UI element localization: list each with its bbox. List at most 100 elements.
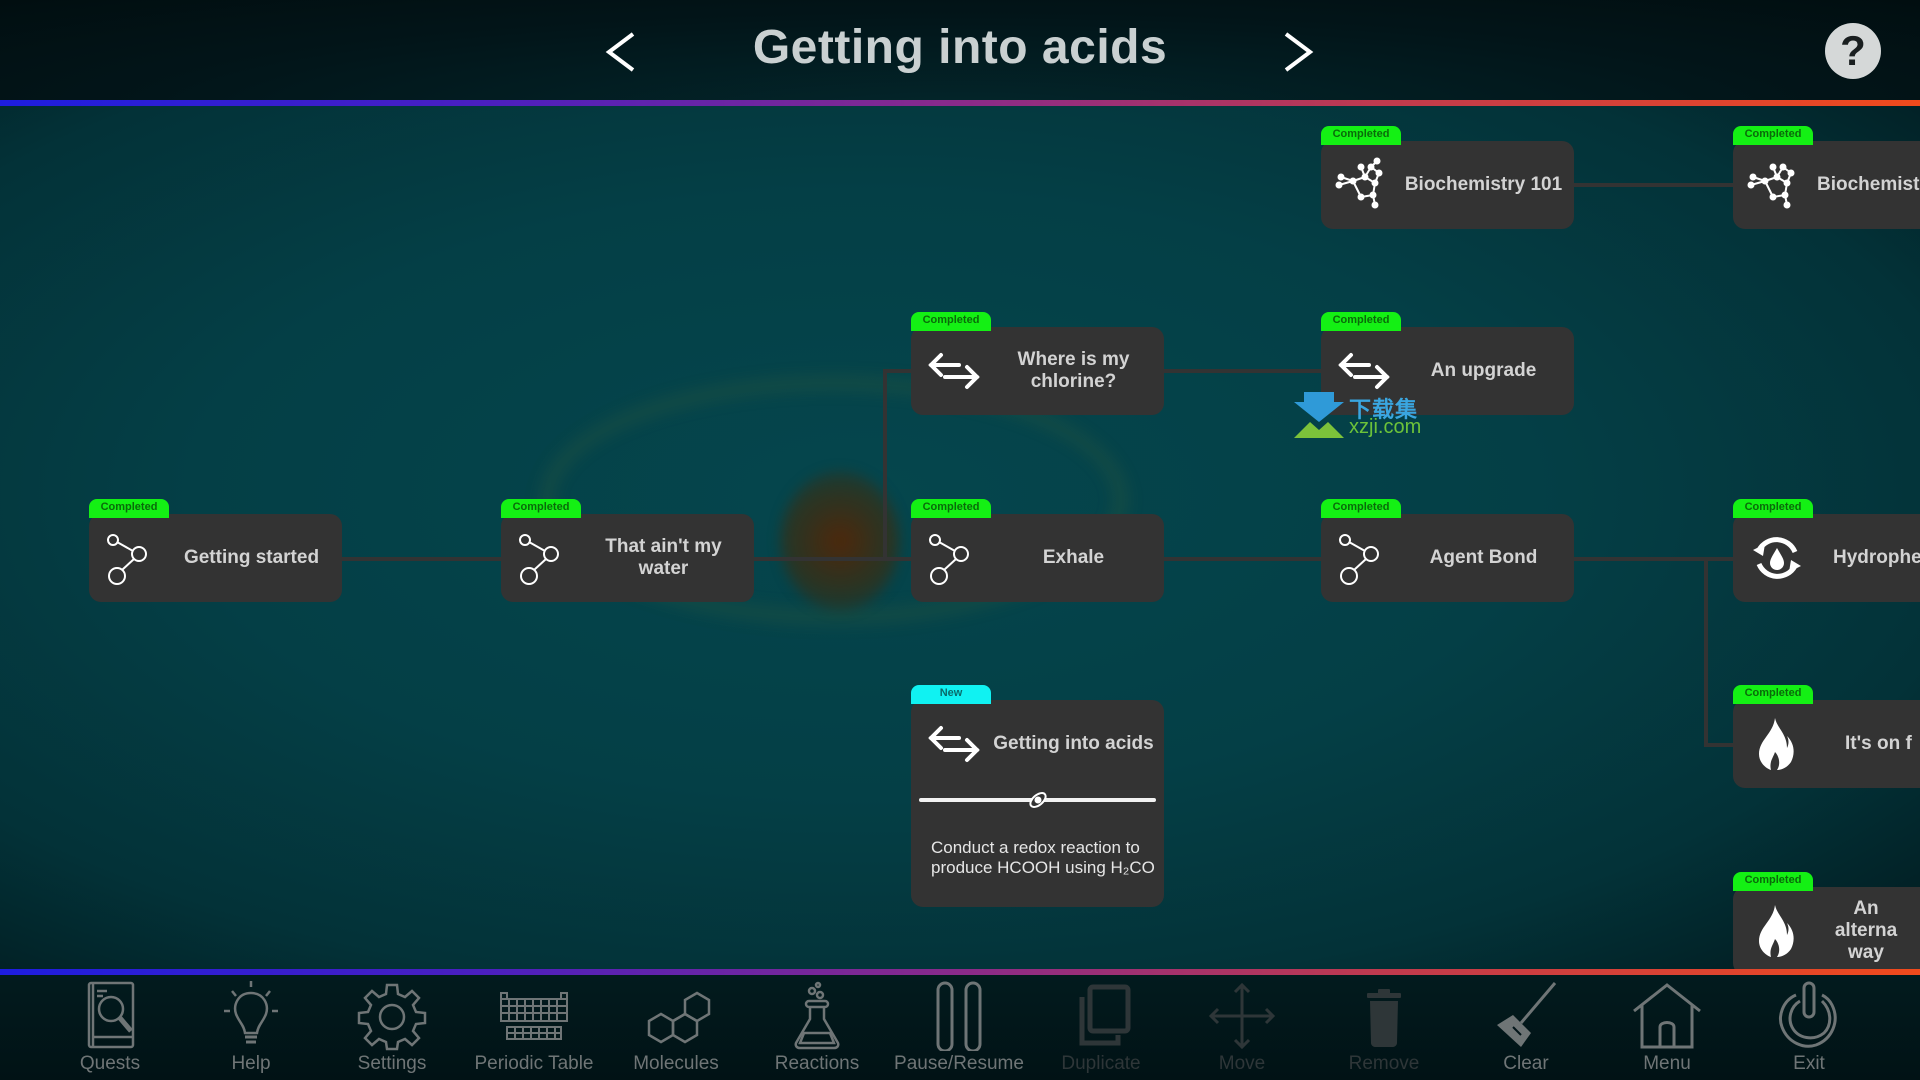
quest-title: Exhale xyxy=(1042,547,1105,568)
quest-title: Biochemistry 101 xyxy=(1404,174,1563,195)
connector xyxy=(1574,183,1733,187)
quest-title: Biochemist xyxy=(1817,174,1920,195)
exchange-arrows-icon xyxy=(928,726,980,762)
quest-description: Conduct a redox reaction to produce HCOO… xyxy=(931,838,1155,877)
status-badge: Completed xyxy=(1733,126,1813,145)
periodic-table-icon xyxy=(500,992,568,1040)
flame-icon xyxy=(1759,718,1794,770)
toolbar-label: Menu xyxy=(1643,1053,1691,1074)
connector xyxy=(1164,369,1321,373)
water-cycle-icon xyxy=(1753,537,1801,579)
help-button[interactable]: ? xyxy=(1825,23,1881,79)
watermark-logo: 下载集 xzji.com xyxy=(1292,392,1432,440)
toolbar-exit-button[interactable]: Exit xyxy=(1739,975,1879,1080)
quest-title: An alterna way xyxy=(1834,898,1898,963)
toolbar-label: Periodic Table xyxy=(474,1053,594,1074)
connector xyxy=(1574,557,1733,561)
molecule-rings-icon xyxy=(647,991,711,1044)
quest-title: Getting into acids xyxy=(993,733,1154,754)
toolbar-quests-button[interactable]: Quests xyxy=(40,975,180,1080)
download-arrow-icon xyxy=(1294,392,1344,438)
quest-node[interactable]: Completed Hydrophe xyxy=(1733,499,1920,602)
toolbar-label: Clear xyxy=(1503,1053,1549,1074)
toolbar-label: Reactions xyxy=(774,1053,860,1074)
status-badge: Completed xyxy=(1321,499,1401,518)
quest-book-icon xyxy=(87,981,135,1049)
status-badge: Completed xyxy=(89,499,169,518)
toolbar-molecules-button[interactable]: Molecules xyxy=(606,975,746,1080)
toolbar-settings-button[interactable]: Settings xyxy=(322,975,462,1080)
watermark-en: xzji.com xyxy=(1349,416,1422,438)
home-icon xyxy=(1633,983,1701,1049)
background-sun-glow xyxy=(780,471,900,611)
quest-title: Agent Bond xyxy=(1429,547,1538,568)
toolbar-menu-button[interactable]: Menu xyxy=(1597,975,1737,1080)
lightbulb-icon xyxy=(224,981,278,1044)
status-badge-new: New xyxy=(911,685,991,704)
move-icon xyxy=(1208,982,1276,1050)
quest-node[interactable]: Completed Biochemist xyxy=(1733,126,1920,229)
next-quest-button[interactable] xyxy=(1280,32,1316,72)
molecule-structure-icon xyxy=(1335,157,1383,209)
bond-icon xyxy=(519,534,559,585)
connector xyxy=(754,557,911,561)
duplicate-icon xyxy=(1079,984,1131,1046)
toolbar-label: Exit xyxy=(1793,1053,1825,1074)
page-title: Getting into acids xyxy=(752,21,1168,74)
toolbar-label: Quests xyxy=(79,1053,141,1074)
active-quest-node[interactable]: New Getting into acids Conduct a redox r… xyxy=(911,685,1164,907)
quest-title: Getting started xyxy=(183,547,320,568)
quest-tree-canvas[interactable]: Completed Biochemistry 101 Completed Bio… xyxy=(0,106,1920,969)
bond-icon xyxy=(1339,534,1379,585)
connector xyxy=(883,369,911,373)
toolbar-label: Settings xyxy=(357,1053,427,1074)
bottom-toolbar: Quests Help Settings Periodic Table Mole… xyxy=(0,975,1920,1080)
connector xyxy=(342,557,501,561)
trash-icon xyxy=(1367,989,1401,1047)
molecule-structure-icon xyxy=(1747,163,1795,209)
quest-node[interactable]: Completed It's on f xyxy=(1733,685,1920,788)
toolbar-label: Pause/Resume xyxy=(894,1053,1024,1074)
connector xyxy=(883,369,887,561)
quest-node[interactable]: Completed Agent Bond xyxy=(1321,499,1574,602)
connector xyxy=(1704,557,1708,747)
broom-icon xyxy=(1497,982,1557,1047)
power-icon xyxy=(1779,981,1837,1048)
status-badge: Completed xyxy=(1733,685,1813,704)
status-badge: Completed xyxy=(1321,126,1401,145)
status-badge: Completed xyxy=(911,499,991,518)
bond-icon xyxy=(929,534,969,585)
status-badge: Completed xyxy=(1321,312,1401,331)
status-badge: Completed xyxy=(501,499,581,518)
status-badge: Completed xyxy=(911,312,991,331)
toolbar-label: Remove xyxy=(1348,1053,1420,1074)
connector xyxy=(1704,743,1733,747)
quest-node[interactable]: Completed An alterna way xyxy=(1733,872,1920,969)
toolbar-move-button[interactable]: Move xyxy=(1172,975,1312,1080)
quest-node[interactable]: Completed Biochemistry 101 xyxy=(1321,126,1574,229)
quest-node[interactable]: Completed Where is my chlorine? xyxy=(911,312,1164,415)
toolbar-duplicate-button[interactable]: Duplicate xyxy=(1031,975,1171,1080)
toolbar-label: Duplicate xyxy=(1061,1053,1141,1074)
flask-icon xyxy=(794,981,840,1050)
toolbar-reactions-button[interactable]: Reactions xyxy=(747,975,887,1080)
toolbar-periodic-table-button[interactable]: Periodic Table xyxy=(464,975,604,1080)
quest-node[interactable]: Completed Getting started xyxy=(89,499,342,602)
toolbar-pause-resume-button[interactable]: Pause/Resume xyxy=(889,975,1029,1080)
quest-title: That ain't my water xyxy=(605,536,722,579)
status-badge: Completed xyxy=(1733,499,1813,518)
status-badge: Completed xyxy=(1733,872,1813,891)
toolbar-remove-button[interactable]: Remove xyxy=(1314,975,1454,1080)
toolbar-label: Molecules xyxy=(633,1053,719,1074)
bond-icon xyxy=(107,534,147,585)
toolbar-clear-button[interactable]: Clear xyxy=(1456,975,1596,1080)
toolbar-label: Help xyxy=(231,1053,271,1074)
quest-node[interactable]: Completed That ain't my water xyxy=(501,499,754,602)
toolbar-help-button[interactable]: Help xyxy=(181,975,321,1080)
exchange-arrows-icon xyxy=(928,353,980,389)
top-bar: Getting into acids ? xyxy=(0,0,1920,101)
quest-node[interactable]: Completed Exhale xyxy=(911,499,1164,602)
gear-icon xyxy=(357,983,427,1051)
pause-icon xyxy=(936,981,982,1051)
quest-title: Where is my chlorine? xyxy=(1017,349,1130,392)
